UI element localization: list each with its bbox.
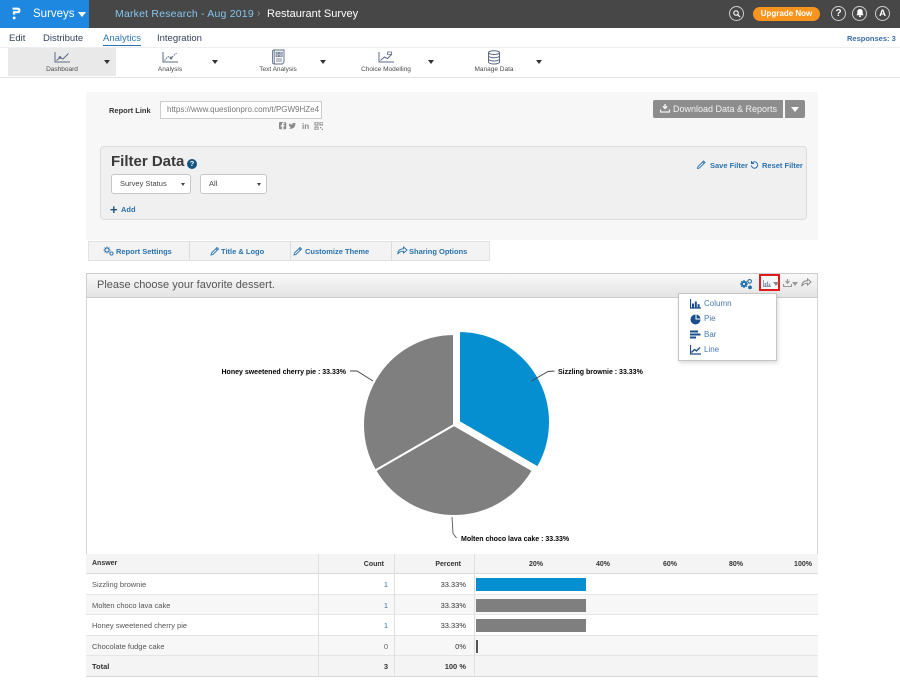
svg-text:in: in bbox=[302, 122, 309, 130]
svg-text:Honey sweetened cherry pie : 3: Honey sweetened cherry pie : 33.33% bbox=[222, 369, 347, 376]
svg-text:Molten choco lava cake : 33.33: Molten choco lava cake : 33.33% bbox=[461, 536, 570, 543]
svg-text:Sizzling brownie : 33.33%: Sizzling brownie : 33.33% bbox=[558, 369, 644, 376]
